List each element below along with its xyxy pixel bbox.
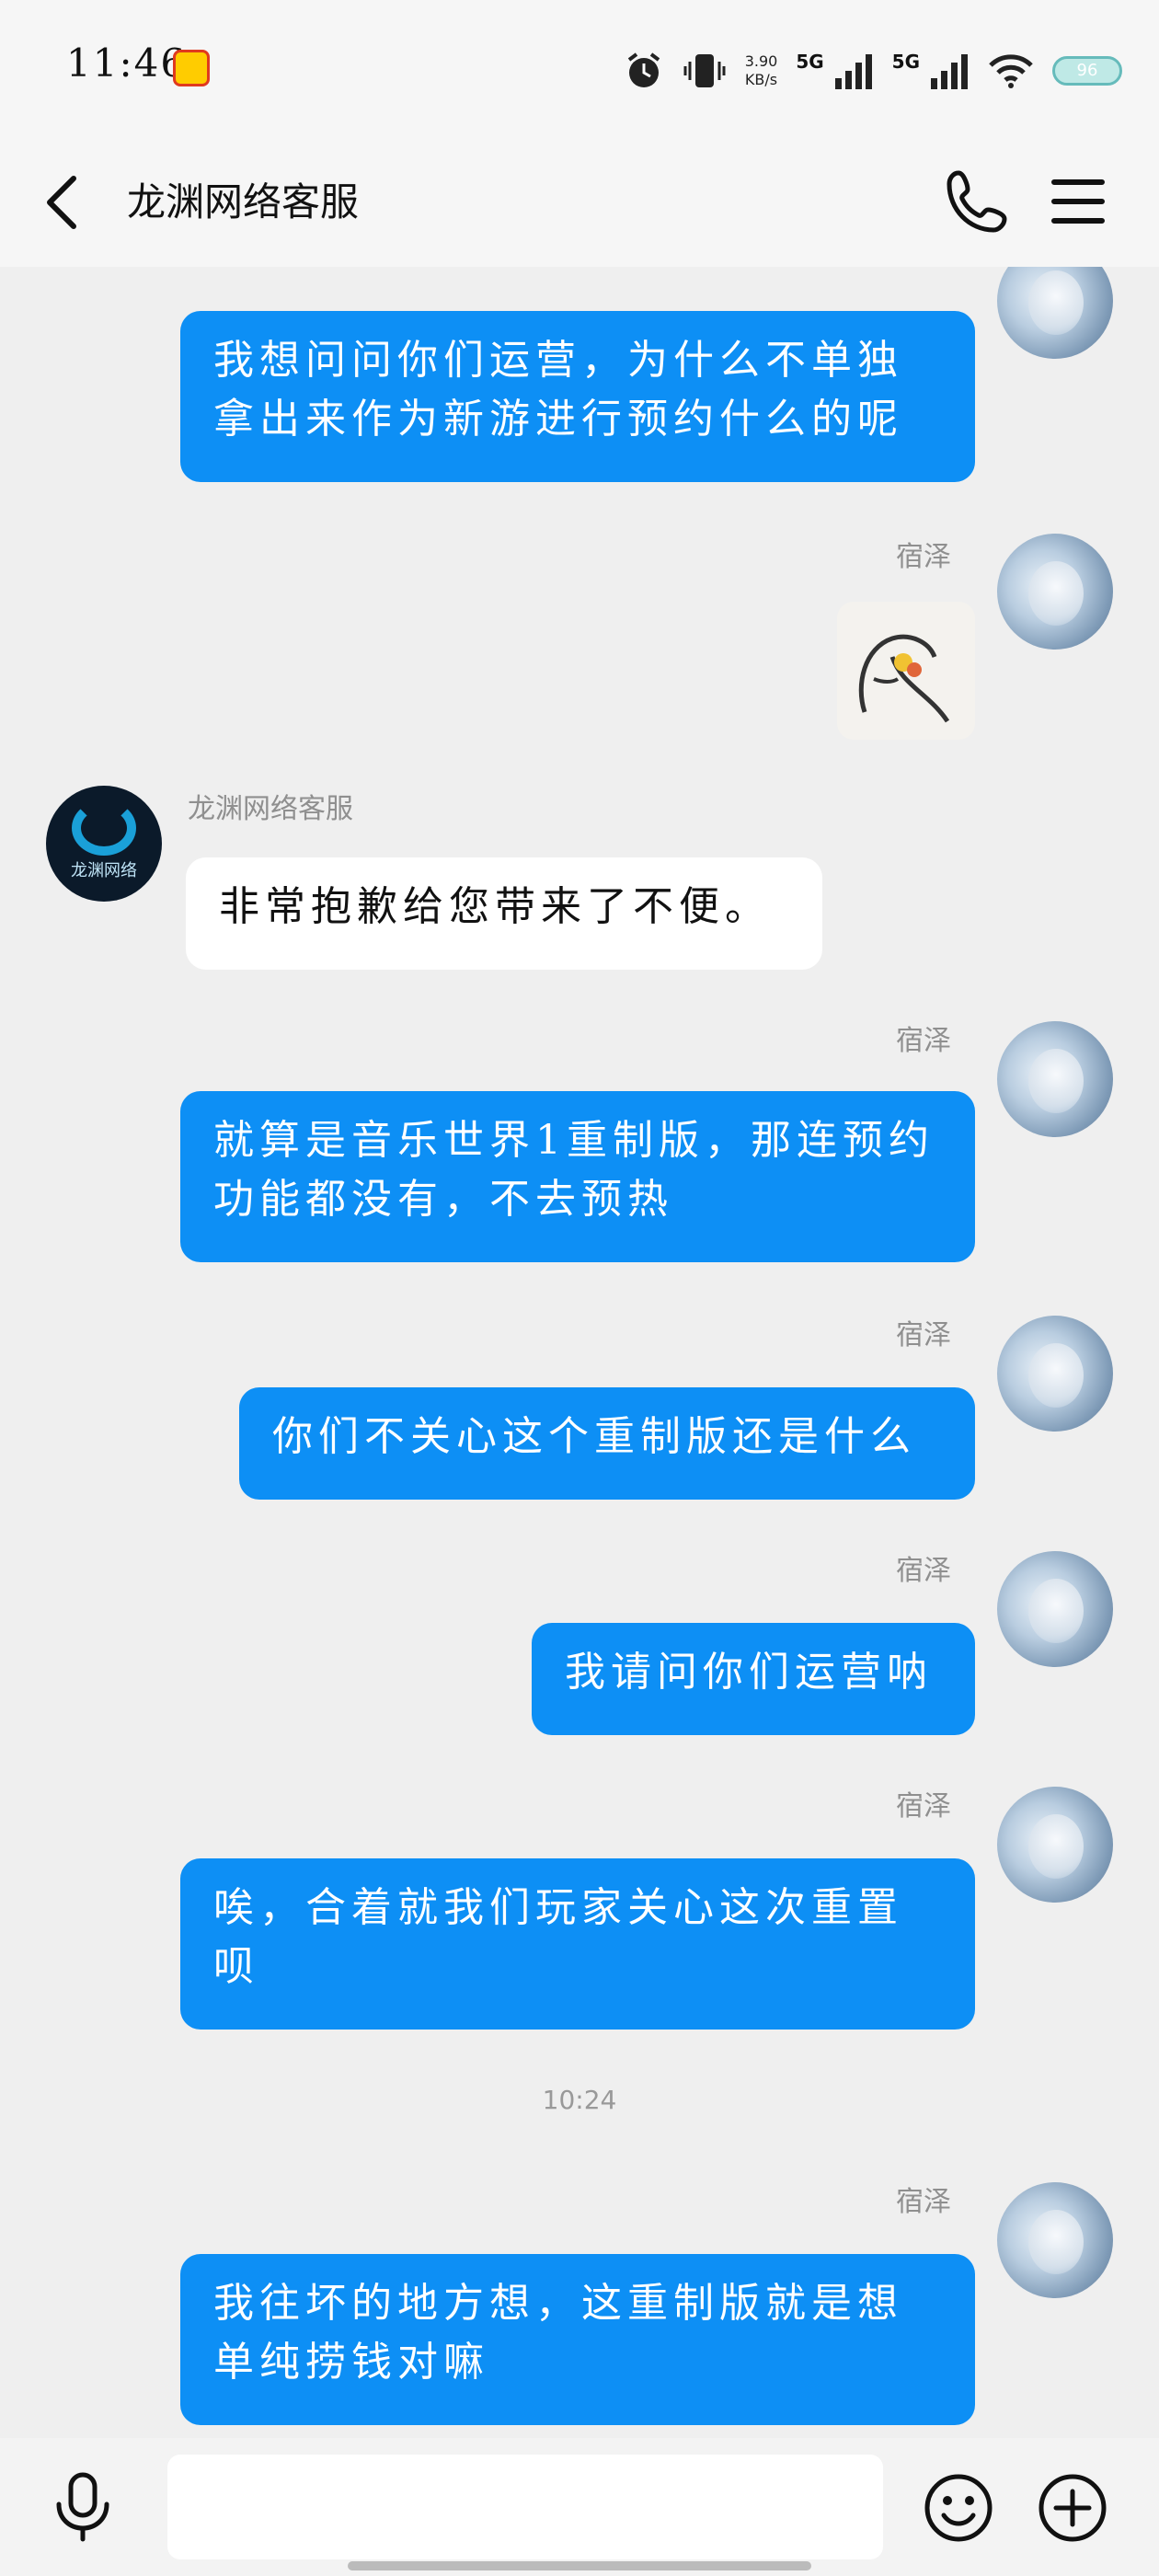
plus-icon[interactable]	[1036, 2471, 1109, 2545]
menu-icon[interactable]	[1049, 169, 1107, 234]
user-avatar[interactable]	[997, 1551, 1113, 1667]
message-input[interactable]	[167, 2455, 883, 2559]
message-bubble[interactable]: 我请问你们运营呐	[532, 1623, 975, 1735]
service-logo-icon	[72, 800, 136, 856]
vibrate-icon	[683, 54, 726, 87]
user-avatar[interactable]	[997, 1021, 1113, 1137]
service-avatar[interactable]: 龙渊网络	[46, 786, 162, 902]
service-avatar-label: 龙渊网络	[71, 861, 137, 880]
sender-name: 龙渊网络客服	[188, 793, 353, 825]
phone-icon[interactable]	[942, 164, 1016, 237]
sender-name: 宿泽	[896, 2186, 951, 2218]
status-time: 11:46	[66, 40, 188, 86]
user-avatar[interactable]	[997, 2182, 1113, 2298]
status-bar: 11:46 3.90 KB/s 5G 5G 96	[0, 0, 1159, 138]
sim2-label: 5G	[891, 51, 920, 73]
sender-name: 宿泽	[896, 267, 951, 272]
message-bubble[interactable]: 你们不关心这个重制版还是什么	[239, 1387, 975, 1500]
alarm-icon	[627, 52, 660, 87]
chat-header: 龙渊网络客服	[0, 138, 1159, 267]
page-title: 龙渊网络客服	[127, 179, 360, 224]
sticker-image-icon	[858, 634, 950, 723]
sender-name: 宿泽	[896, 541, 951, 573]
message-bubble[interactable]: 非常抱歉给您带来了不便。	[186, 857, 822, 970]
message-timestamp: 10:24	[542, 2085, 617, 2115]
user-avatar[interactable]	[997, 267, 1113, 359]
app-notification-icon	[173, 50, 210, 86]
signal-icon	[834, 54, 872, 89]
sender-name: 宿泽	[896, 1790, 951, 1823]
sender-name: 宿泽	[896, 1319, 951, 1351]
message-bubble[interactable]: 我想问问你们运营，为什么不单独拿出来作为新游进行预约什么的呢	[180, 311, 975, 482]
emoji-icon[interactable]	[922, 2471, 995, 2545]
sender-name: 宿泽	[896, 1555, 951, 1587]
sticker-message[interactable]	[837, 602, 975, 740]
network-speed: 3.90 KB/s	[744, 52, 778, 88]
status-icons: 3.90 KB/s 5G 5G 96	[624, 39, 1122, 103]
user-avatar[interactable]	[997, 1316, 1113, 1432]
user-avatar[interactable]	[997, 1787, 1113, 1903]
back-icon[interactable]	[37, 166, 92, 239]
sim1-label: 5G	[796, 51, 824, 73]
message-bubble[interactable]: 我往坏的地方想，这重制版就是想单纯捞钱对嘛	[180, 2254, 975, 2425]
input-bar	[0, 2438, 1159, 2576]
microphone-icon[interactable]	[46, 2469, 120, 2543]
battery-icon: 96	[1052, 56, 1122, 86]
home-indicator[interactable]	[348, 2561, 811, 2570]
signal-icon	[931, 54, 968, 89]
sender-name: 宿泽	[896, 1025, 951, 1057]
message-bubble[interactable]: 就算是音乐世界1重制版，那连预约功能都没有，不去预热	[180, 1091, 975, 1262]
wifi-icon	[989, 54, 1033, 88]
user-avatar[interactable]	[997, 534, 1113, 650]
chat-messages: 宿泽 我想问问你们运营，为什么不单独拿出来作为新游进行预约什么的呢 宿泽 龙渊网…	[0, 267, 1159, 2438]
message-bubble[interactable]: 唉，合着就我们玩家关心这次重置呗	[180, 1858, 975, 2030]
